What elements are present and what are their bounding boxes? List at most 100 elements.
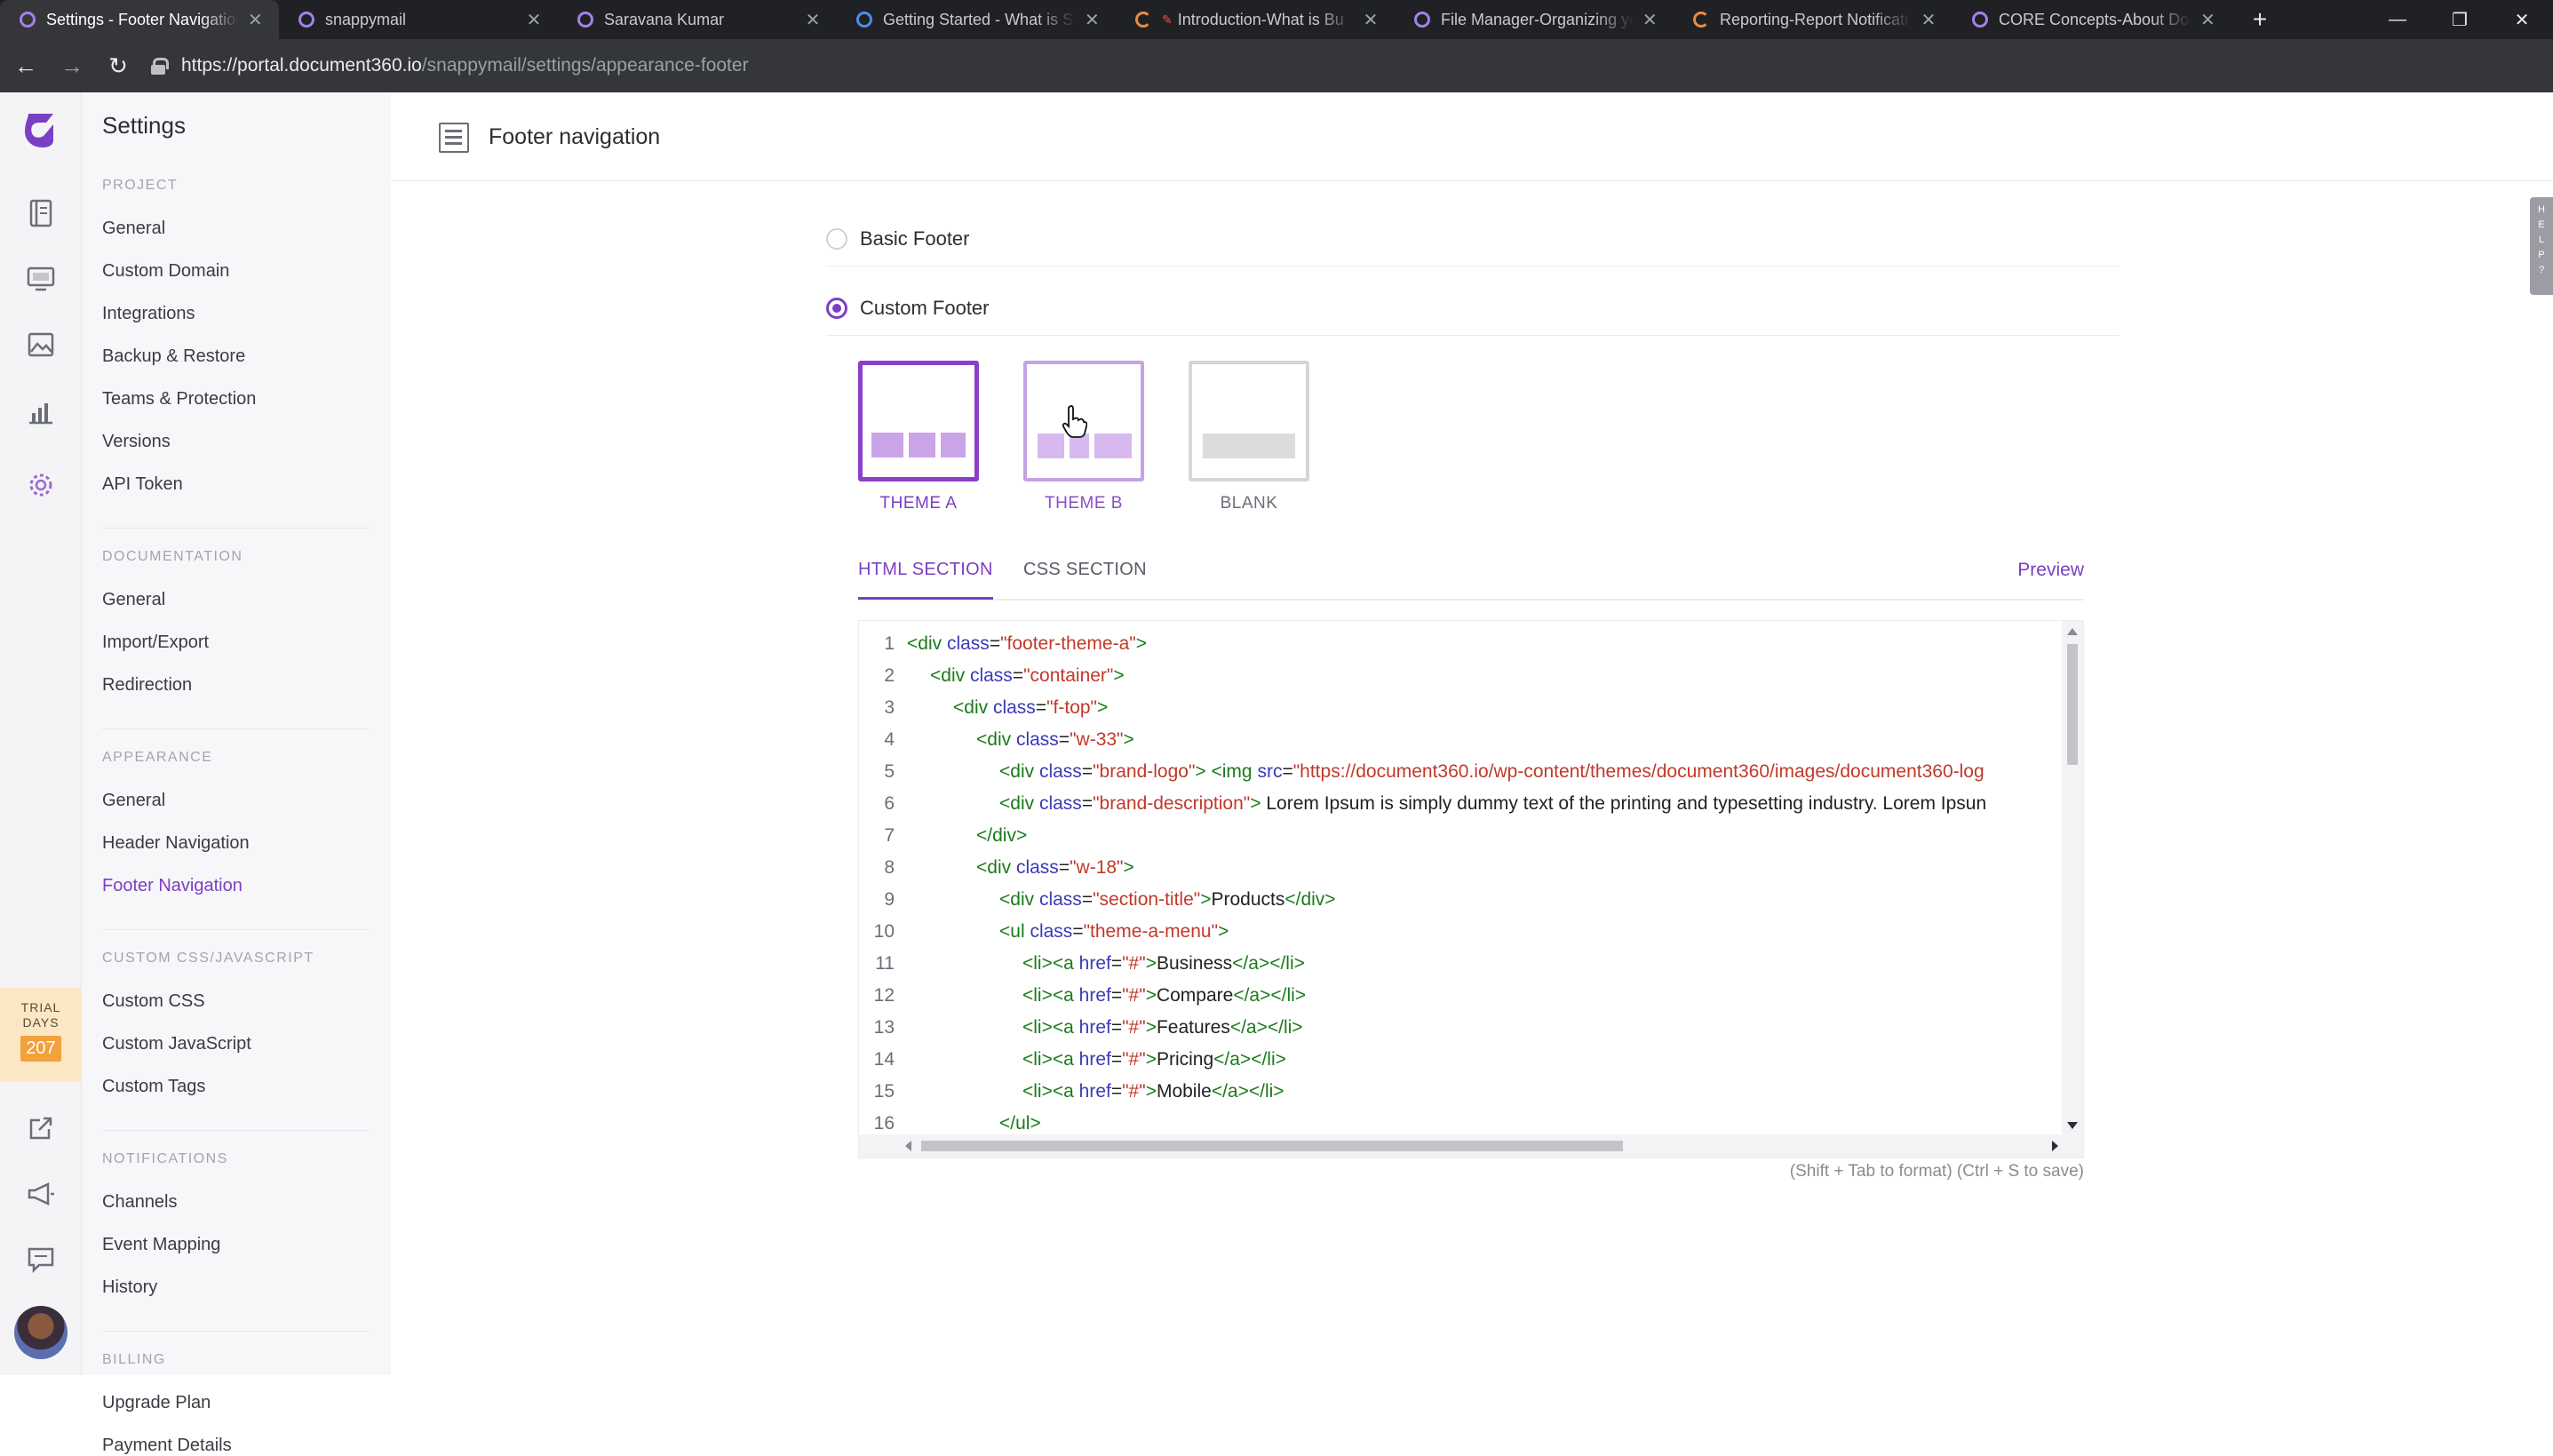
code-lines: 1 <div class="footer-theme-a"> 2 <div class… — [859, 628, 2064, 1133]
browser-tab[interactable]: Settings - Footer Navigation ✕ — [0, 0, 279, 39]
browser-tab[interactable]: Getting Started - What is Sc ✕ — [837, 0, 1116, 39]
horizontal-scrollbar[interactable] — [859, 1134, 2083, 1158]
sidebar-item-versions[interactable]: Versions — [102, 432, 171, 452]
basic-footer-option[interactable]: Basic Footer — [826, 211, 2120, 267]
window-controls: — ❐ ✕ — [2366, 0, 2553, 39]
external-link-icon[interactable] — [23, 1110, 59, 1146]
page-header: Footer navigation — [391, 92, 2553, 181]
line-number: 1 — [884, 633, 895, 654]
scroll-down-arrow-icon[interactable] — [2067, 1122, 2078, 1129]
vertical-scrollbar[interactable] — [2062, 621, 2083, 1136]
theme-a-card[interactable] — [858, 361, 979, 481]
forward-button[interactable]: → — [52, 45, 92, 86]
sidebar-item-api-token[interactable]: API Token — [102, 474, 183, 495]
code-line: 15 <li><a href="#">Mobile</a></li> — [859, 1076, 2064, 1108]
vertical-scroll-thumb[interactable] — [2067, 644, 2078, 765]
minimize-button[interactable]: — — [2366, 0, 2429, 39]
browser-tab[interactable]: Reporting-Report Notificati ✕ — [1674, 0, 1953, 39]
maximize-button[interactable]: ❐ — [2429, 0, 2491, 39]
line-number: 11 — [875, 953, 895, 974]
tab-css-section[interactable]: CSS SECTION — [1023, 560, 1147, 580]
close-window-button[interactable]: ✕ — [2491, 0, 2553, 39]
tab-title: CORE Concepts-About Doc — [1999, 10, 2191, 28]
line-number: 16 — [873, 1113, 895, 1133]
line-number: 13 — [873, 1017, 895, 1038]
code-line: 9 <div class="section-title">Products</di… — [859, 884, 2064, 916]
new-tab-button[interactable]: + — [2242, 0, 2278, 39]
code-line: 1 <div class="footer-theme-a"> — [859, 628, 2064, 660]
image-icon[interactable] — [23, 327, 59, 362]
avatar[interactable] — [14, 1306, 68, 1359]
browser-tab[interactable]: File Manager-Organizing yo ✕ — [1395, 0, 1674, 39]
monitor-icon[interactable] — [23, 261, 59, 297]
sidebar-item-custom-domain[interactable]: Custom Domain — [102, 261, 229, 282]
scroll-left-arrow-icon[interactable] — [905, 1141, 911, 1151]
sidebar-item-teams-protection[interactable]: Teams & Protection — [102, 389, 256, 410]
document360-logo[interactable] — [20, 108, 62, 151]
custom-footer-option[interactable]: Custom Footer — [826, 281, 2120, 336]
tab-close-icon[interactable]: ✕ — [803, 9, 823, 31]
sidebar-item-upgrade-plan[interactable]: Upgrade Plan — [102, 1393, 211, 1413]
blank-theme-card[interactable] — [1189, 361, 1309, 481]
preview-link[interactable]: Preview — [2017, 560, 2084, 581]
tab-close-icon[interactable]: ✕ — [2199, 9, 2217, 31]
help-tab[interactable]: H E L P? — [2530, 197, 2553, 295]
sidebar-item-backup-restore[interactable]: Backup & Restore — [102, 346, 245, 367]
sidebar-item-channels[interactable]: Channels — [102, 1192, 178, 1213]
tab-close-icon[interactable]: ✕ — [1919, 9, 1938, 31]
section-divider — [102, 1130, 369, 1131]
html-code-editor[interactable]: 1 <div class="footer-theme-a"> 2 <div class… — [858, 620, 2084, 1158]
sidebar-item-import-export[interactable]: Import/Export — [102, 633, 209, 653]
settings-icon[interactable] — [23, 467, 59, 503]
megaphone-icon[interactable] — [23, 1176, 59, 1212]
tab-title: Introduction-What is Bu — [1177, 10, 1344, 28]
back-button[interactable]: ← — [5, 45, 46, 86]
theme-a-label: THEME A — [879, 494, 958, 513]
browser-tab[interactable]: CORE Concepts-About Doc ✕ — [1953, 0, 2231, 39]
sidebar-item-general[interactable]: General — [102, 791, 165, 811]
sidebar-item-footer-navigation[interactable]: Footer Navigation — [102, 876, 243, 896]
tab-close-icon[interactable]: ✕ — [524, 9, 544, 31]
tab-close-icon[interactable]: ✕ — [1083, 9, 1102, 31]
sidebar-item-payment-details[interactable]: Payment Details — [102, 1436, 232, 1456]
sidebar-item-custom-javascript[interactable]: Custom JavaScript — [102, 1034, 251, 1054]
code-line: 16 </ul> — [859, 1108, 2064, 1133]
feedback-icon[interactable] — [23, 1242, 59, 1277]
scroll-up-arrow-icon[interactable] — [2067, 628, 2078, 635]
section-divider — [102, 1331, 369, 1332]
analytics-icon[interactable] — [23, 394, 59, 430]
scroll-right-arrow-icon[interactable] — [2052, 1141, 2058, 1151]
tab-html-section[interactable]: HTML SECTION — [858, 560, 993, 600]
settings-title: Settings — [102, 112, 186, 139]
tab-close-icon[interactable]: ✕ — [1361, 9, 1380, 31]
tab-close-icon[interactable]: ✕ — [246, 9, 265, 31]
code-text: </ul> — [999, 1113, 1041, 1133]
reload-button[interactable]: ↻ — [98, 45, 139, 86]
loading-icon — [1135, 12, 1151, 28]
custom-footer-radio[interactable] — [826, 297, 847, 319]
sidebar-item-custom-tags[interactable]: Custom Tags — [102, 1077, 205, 1097]
sidebar-item-integrations[interactable]: Integrations — [102, 304, 195, 324]
sidebar-item-event-mapping[interactable]: Event Mapping — [102, 1235, 220, 1255]
browser-tab[interactable]: snappymail ✕ — [279, 0, 558, 39]
sidebar-item-general[interactable]: General — [102, 590, 165, 610]
tab-title: Getting Started - What is Sc — [883, 10, 1076, 28]
trial-days-badge[interactable]: TRIAL DAYS 207 — [0, 988, 82, 1082]
line-number: 3 — [884, 697, 895, 718]
tab-title: Saravana Kumar — [604, 10, 725, 28]
url-field[interactable]: https://portal.document360.io/snappymail… — [151, 45, 2546, 86]
sidebar-item-redirection[interactable]: Redirection — [102, 675, 192, 696]
sidebar-item-general[interactable]: General — [102, 219, 165, 239]
sidebar-item-header-navigation[interactable]: Header Navigation — [102, 833, 250, 854]
sidebar-item-custom-css[interactable]: Custom CSS — [102, 991, 205, 1012]
code-text: <div class="f-top"> — [953, 697, 1109, 718]
horizontal-scroll-thumb[interactable] — [921, 1141, 1623, 1151]
documents-icon[interactable] — [23, 195, 59, 231]
sidebar-item-history[interactable]: History — [102, 1277, 157, 1298]
browser-tab[interactable]: Saravana Kumar ✕ — [558, 0, 837, 39]
basic-footer-radio[interactable] — [826, 227, 847, 250]
document360-icon — [1414, 12, 1430, 28]
code-text: <div class="footer-theme-a"> — [907, 633, 1147, 654]
tab-close-icon[interactable]: ✕ — [1641, 9, 1659, 31]
browser-tab[interactable]: ✎ Introduction-What is Bu ✕ — [1116, 0, 1395, 39]
